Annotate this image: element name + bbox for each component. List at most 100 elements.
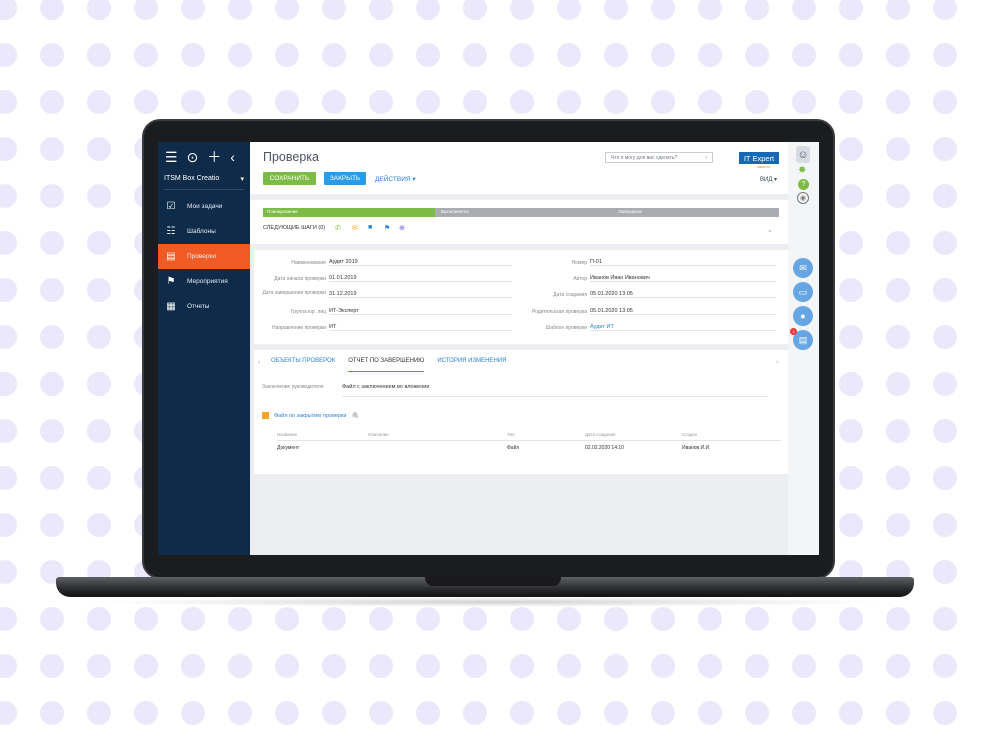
background-dot <box>510 607 534 631</box>
user-profile-icon[interactable]: ◉ <box>797 192 809 204</box>
field-value-number[interactable]: П-01 <box>590 259 776 266</box>
background-dot <box>0 654 17 678</box>
conclusion-label: Заключение руководителя <box>262 384 324 390</box>
column-header-type[interactable]: Тип <box>507 432 515 437</box>
background-dot <box>463 0 487 20</box>
background-dot <box>557 701 581 725</box>
background-dot <box>275 654 299 678</box>
tab-audit-objects[interactable]: ОБЪЕКТЫ ПРОВЕРОК <box>271 358 335 372</box>
phone-icon[interactable]: ✆ <box>335 224 341 232</box>
background-dot <box>416 43 440 67</box>
actions-menu-button[interactable]: ДЕЙСТВИЯ ▾ <box>375 175 416 183</box>
background-dot <box>0 43 17 67</box>
communication-panel: ☺ ✸ ? ◉ ✉ ▭ ● ▤ 3 <box>788 142 819 555</box>
globe-icon[interactable]: ⊕ <box>399 224 405 232</box>
record-fields: Наименование Аудит 2019 Дата начала пров… <box>254 250 788 344</box>
field-label-parent-audit: Родительская проверка <box>531 309 587 315</box>
field-value-author[interactable]: Иванов Иван Иванович <box>590 275 776 282</box>
field-value-audit-template[interactable]: Аудит ИТ <box>590 324 776 331</box>
close-button[interactable]: ЗАКРЫТЬ <box>324 172 366 185</box>
background-dot <box>0 560 17 584</box>
background-dot <box>322 654 346 678</box>
field-value-direction[interactable]: ИТ <box>329 324 512 331</box>
stage: ☰ ⊙ ＋ ‹ ITSM Box Creatio ▾ ☑ Мои задачи … <box>0 0 987 742</box>
next-steps-label[interactable]: СЛЕДУЮЩИЕ ШАГИ (0) <box>263 225 325 231</box>
sidebar-item-templates[interactable]: ☷ Шаблоны <box>158 219 250 244</box>
field-value-name[interactable]: Аудит 2019 <box>329 259 512 266</box>
help-icon[interactable]: ? <box>798 179 809 190</box>
avatar[interactable]: ☺ <box>796 146 810 163</box>
background-dot <box>87 90 111 114</box>
tab-change-history[interactable]: ИСТОРИЯ ИЗМЕНЕНИЯ <box>437 358 506 372</box>
chat-icon[interactable]: ■ <box>368 224 372 231</box>
view-menu-button[interactable]: ВИД ▾ <box>760 176 777 183</box>
background-dot <box>510 701 534 725</box>
tab-scroll-right-icon[interactable]: › <box>776 359 778 366</box>
background-dot <box>839 466 863 490</box>
background-dot <box>181 654 205 678</box>
email-icon[interactable]: ✉ <box>352 224 358 232</box>
files-detail-header[interactable]: Файл по закрытию проверки 🖇 <box>262 412 359 419</box>
background-dot <box>839 137 863 161</box>
background-dot <box>698 654 722 678</box>
field-value-legal-group[interactable]: ИТ-Эксперт <box>329 308 512 315</box>
background-dot <box>369 43 393 67</box>
background-dot <box>933 231 957 255</box>
notifications-icon[interactable]: ● <box>793 306 813 326</box>
sidebar-item-audits[interactable]: ▤ Проверки <box>158 244 250 269</box>
sidebar-item-reports[interactable]: ▦ Отчеты <box>158 294 250 319</box>
field-value-start-date[interactable]: 01.01.2019 <box>329 275 512 282</box>
add-icon[interactable]: ＋ <box>207 147 221 167</box>
column-header-created-date[interactable]: Дата создания <box>585 432 616 437</box>
tab-scroll-left-icon[interactable]: ‹ <box>258 359 260 366</box>
collapse-toggle-icon[interactable] <box>262 412 269 419</box>
sidebar: ☰ ⊙ ＋ ‹ ITSM Box Creatio ▾ ☑ Мои задачи … <box>158 142 250 555</box>
stage-panel: Планирование Выполняется Завершена СЛЕДУ… <box>250 200 788 244</box>
column-header-description[interactable]: Описание <box>368 432 389 437</box>
flag-icon[interactable]: ⚑ <box>384 224 390 232</box>
column-header-name[interactable]: Название <box>277 432 297 437</box>
field-value-parent-audit[interactable]: 05.01.2020 13:05 <box>590 308 776 315</box>
background-dot <box>463 701 487 725</box>
laptop-notch <box>425 577 561 586</box>
stage-planning[interactable]: Планирование <box>267 209 298 214</box>
save-button[interactable]: СОХРАНИТЬ <box>263 172 316 185</box>
collapse-icon[interactable]: ‹ <box>230 149 235 165</box>
paperclip-icon[interactable]: 🖇 <box>351 412 359 419</box>
menu-icon[interactable]: ☰ <box>165 149 178 166</box>
background-dot <box>87 137 111 161</box>
sidebar-item-events[interactable]: ⚑ Мероприятия <box>158 269 250 294</box>
background-dot <box>40 654 64 678</box>
background-dot <box>510 0 534 20</box>
stage-in-progress[interactable]: Выполняется <box>441 209 469 214</box>
gear-icon[interactable]: ✸ <box>798 165 806 176</box>
tab-completion-report[interactable]: ОТЧЕТ ПО ЗАВЕРШЕНИЮ <box>348 358 425 372</box>
feed-panel-icon[interactable]: ▭ <box>793 282 813 302</box>
command-line-input[interactable]: Что я могу для вас сделать? › <box>605 152 713 163</box>
stage-completed[interactable]: Завершена <box>618 209 642 214</box>
field-value-end-date[interactable]: 31.12.2019 <box>329 291 512 298</box>
conclusion-value[interactable]: Файл с заключением во вложении <box>342 384 768 397</box>
background-dot <box>839 701 863 725</box>
column-header-created-by[interactable]: Создал <box>682 432 697 437</box>
field-value-created-date[interactable]: 05.01.2020 13:05 <box>590 291 776 298</box>
background-dot <box>40 419 64 443</box>
background-dot <box>134 654 158 678</box>
background-dot <box>40 231 64 255</box>
background-dot <box>0 0 17 20</box>
background-dot <box>698 0 722 20</box>
background-dot <box>181 0 205 20</box>
play-icon[interactable]: ⊙ <box>187 149 199 166</box>
background-dot <box>886 278 910 302</box>
background-dot <box>933 90 957 114</box>
sidebar-item-my-tasks[interactable]: ☑ Мои задачи <box>158 194 250 219</box>
background-dot <box>87 701 111 725</box>
background-dot <box>87 0 111 20</box>
email-panel-icon[interactable]: ✉ <box>793 258 813 278</box>
workplace-select[interactable]: ITSM Box Creatio ▾ <box>164 172 244 190</box>
stage-progress-bar: Планирование Выполняется Завершена <box>263 208 779 217</box>
background-dot <box>181 43 205 67</box>
background-dot <box>87 231 111 255</box>
chevron-down-icon[interactable]: ⌄ <box>767 226 773 234</box>
background-dot <box>134 90 158 114</box>
